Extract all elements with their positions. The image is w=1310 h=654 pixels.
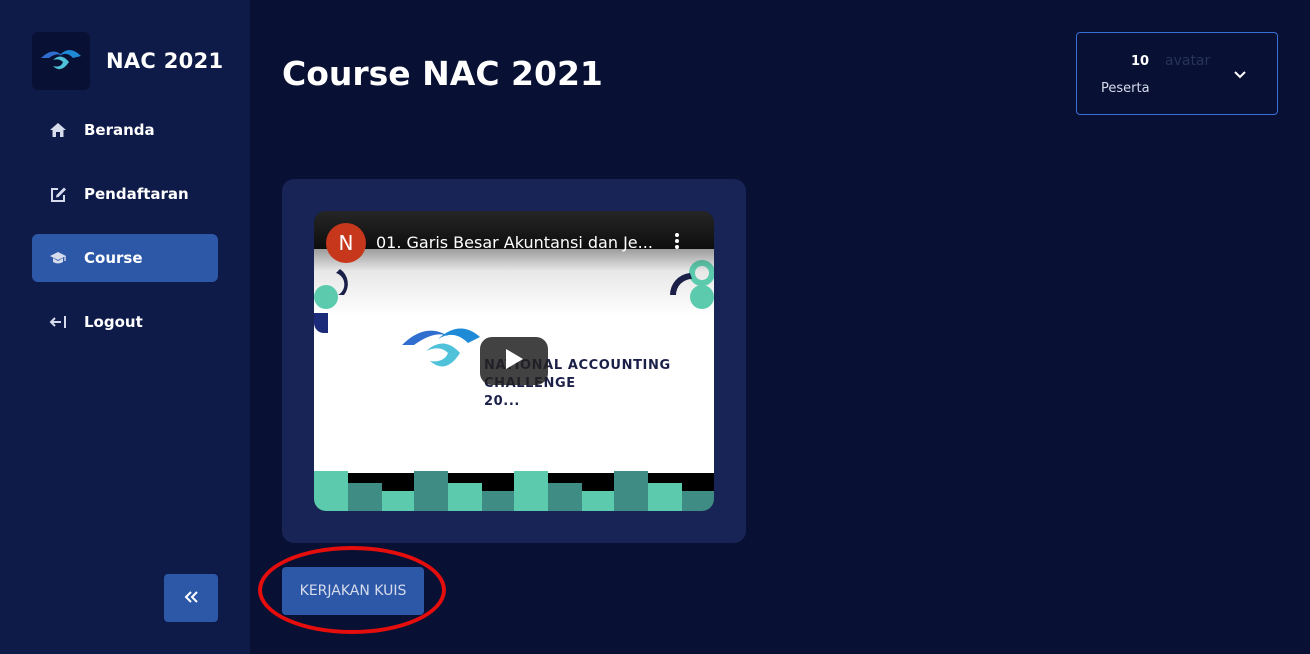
channel-avatar[interactable]: N [326,223,366,263]
sidebar-item-logout[interactable]: Logout [32,298,218,346]
graduation-cap-icon [48,248,68,268]
double-chevron-left-icon [183,589,199,608]
sidebar-item-label: Pendaftaran [84,185,189,203]
video-title[interactable]: 01. Garis Besar Akuntansi dan Je... [376,233,656,252]
home-icon [48,120,68,140]
thumbnail-line: 20... [484,394,520,409]
chevron-down-icon [1233,65,1247,84]
sidebar: NAC 2021 Beranda Pendaftaran Course Logo… [0,0,250,654]
page-title: Course NAC 2021 [282,54,603,93]
sidebar-item-course[interactable]: Course [32,234,218,282]
start-quiz-button[interactable]: KERJAKAN KUIS [282,567,424,615]
profile-dropdown[interactable]: 10 avatar Peserta [1076,32,1278,115]
sidebar-item-beranda[interactable]: Beranda [32,106,218,154]
sidebar-item-label: Course [84,249,143,267]
more-vertical-icon[interactable] [670,231,684,255]
participant-count: 10 [1131,54,1150,69]
play-icon [504,348,524,374]
nac-logo-icon [32,32,90,90]
collapse-sidebar-button[interactable] [164,574,218,622]
thumbnail-bars [314,471,714,511]
profile-role-label: Peserta [1101,81,1150,96]
sidebar-nav: Beranda Pendaftaran Course Logout [32,106,218,362]
sidebar-item-pendaftaran[interactable]: Pendaftaran [32,170,218,218]
play-button[interactable] [480,337,548,385]
logout-icon [48,312,68,332]
brand[interactable]: NAC 2021 [32,32,223,90]
video-player[interactable]: NATIONAL ACCOUNTING CHALLENGE 20... N [314,211,714,511]
video-card: NATIONAL ACCOUNTING CHALLENGE 20... N [282,179,746,543]
sidebar-item-label: Logout [84,313,143,331]
avatar: avatar [1165,53,1211,69]
sidebar-item-label: Beranda [84,121,155,139]
edit-icon [48,184,68,204]
brand-name: NAC 2021 [106,49,224,73]
